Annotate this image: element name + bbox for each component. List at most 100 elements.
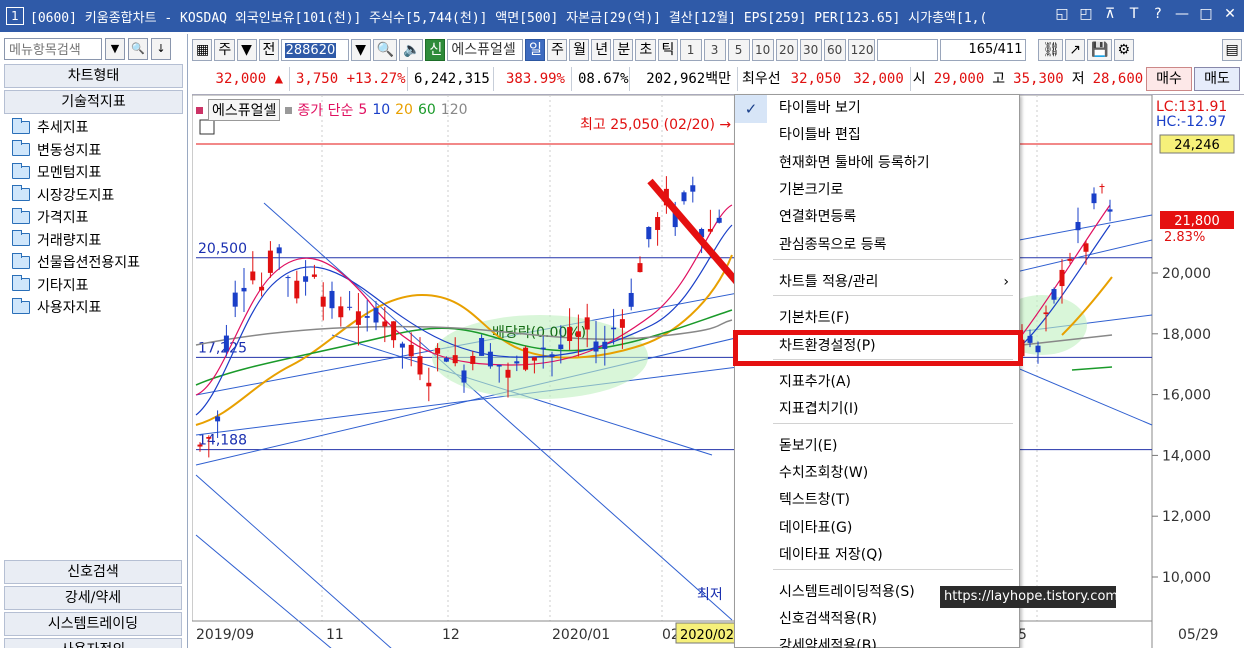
period-month[interactable]: 월 xyxy=(569,39,590,61)
tree-item[interactable]: 사용자지표 xyxy=(12,296,187,319)
tree-item[interactable]: 선물옵션전용지표 xyxy=(12,251,187,274)
tree-item[interactable]: 기타지표 xyxy=(12,274,187,297)
market-select[interactable]: 주 xyxy=(214,39,235,61)
period-day[interactable]: 일 xyxy=(524,39,546,61)
candle-body xyxy=(593,341,599,352)
menu-item-4[interactable]: 연결화면등록 xyxy=(735,204,1019,230)
dropdown-icon[interactable]: ▼ xyxy=(105,38,125,60)
sell-button[interactable]: 매도 xyxy=(1194,67,1240,91)
legend-stock-name[interactable]: 에스퓨얼셀 xyxy=(208,99,281,121)
help-icon[interactable]: ? xyxy=(1150,6,1166,22)
stock-name[interactable]: 에스퓨얼셀 xyxy=(447,39,523,61)
candle-body xyxy=(470,355,476,364)
menu-item-7[interactable]: 기본차트(F) xyxy=(735,305,1019,331)
candle-body xyxy=(250,271,256,281)
candle-body xyxy=(1099,186,1105,188)
chart-type-header[interactable]: 차트형태 xyxy=(4,64,183,88)
legend-ma-label[interactable]: 종가 단순 xyxy=(297,100,353,120)
chain-icon[interactable]: ⛓ xyxy=(1038,39,1064,61)
volume: 6,242,315 xyxy=(408,67,494,91)
menu-item-18[interactable]: 강세약세적용(B) xyxy=(735,633,1019,648)
menu-item-3[interactable]: 기본크기로 xyxy=(735,177,1019,203)
menu-item-2[interactable]: 현재화면 툴바에 등록하기 xyxy=(735,150,1019,176)
legend-ma-60[interactable]: 60 xyxy=(418,102,436,118)
chart-canvas[interactable]: 최고 25,050 (02/20) →20,50017,22514,188배당락… xyxy=(192,95,1244,648)
minimize-icon[interactable]: — xyxy=(1174,6,1190,22)
interval-10[interactable]: 10 xyxy=(751,39,774,61)
code-dropdown[interactable]: ▼ xyxy=(350,39,371,61)
tree-item[interactable]: 가격지표 xyxy=(12,206,187,229)
interval-3[interactable]: 3 xyxy=(703,39,726,61)
tree-item[interactable]: 추세지표 xyxy=(12,116,187,139)
pin-icon[interactable]: ⊼ xyxy=(1102,6,1118,22)
tree-item[interactable]: 변동성지표 xyxy=(12,139,187,162)
search-icon[interactable]: 🔍 xyxy=(128,38,148,60)
menu-item-15[interactable]: 데이타표 저장(Q) xyxy=(735,542,1019,568)
font-icon[interactable]: T xyxy=(1126,6,1142,22)
period-year[interactable]: 년 xyxy=(591,39,612,61)
candle-body xyxy=(215,416,221,422)
menu-item-10[interactable]: 지표겹치기(I) xyxy=(735,396,1019,422)
legend-ma-5[interactable]: 5 xyxy=(358,102,367,118)
price-chart[interactable]: 최고 25,050 (02/20) → 20,500 17,225 14,188 배당락… xyxy=(192,94,1244,648)
bar-count-input[interactable]: 165/411 xyxy=(939,39,1027,61)
menu-item-label: 관심종목으로 등록 xyxy=(779,237,887,253)
legend-ma-20[interactable]: 20 xyxy=(395,102,413,118)
credit-badge[interactable]: 신 xyxy=(425,39,446,61)
sound-icon[interactable]: 🔈 xyxy=(399,39,424,61)
period-week[interactable]: 주 xyxy=(547,39,568,61)
menu-search-input[interactable] xyxy=(4,38,102,60)
interval-120[interactable]: 120 xyxy=(847,39,876,61)
menu-item-label: 지표추가(A) xyxy=(779,374,852,390)
strength-weakness-button[interactable]: 강세/약세 xyxy=(4,586,182,610)
candle-body xyxy=(1035,345,1041,353)
menu-item-0[interactable]: ✓ 타이틀바 보기 xyxy=(735,95,1019,123)
save-icon[interactable]: 💾 xyxy=(1087,39,1112,61)
tree-item[interactable]: 거래량지표 xyxy=(12,229,187,252)
legend-swatch xyxy=(285,106,293,114)
interval-20[interactable]: 20 xyxy=(775,39,798,61)
menu-item-12[interactable]: 수치조회창(W) xyxy=(735,460,1019,486)
tree-item[interactable]: 시장강도지표 xyxy=(12,184,187,207)
legend-ma-10[interactable]: 10 xyxy=(372,102,390,118)
close-icon[interactable]: ✕ xyxy=(1222,6,1238,22)
system-trading-button[interactable]: 시스템트레이딩 xyxy=(4,612,182,636)
ma60-line xyxy=(1071,366,1113,371)
candle-body xyxy=(267,250,273,273)
chart-icon[interactable]: ▦ xyxy=(192,39,213,61)
prev-button[interactable]: 전 xyxy=(258,39,279,61)
trend-icon[interactable]: ↗ xyxy=(1065,39,1086,61)
menu-item-9[interactable]: 지표추가(A) xyxy=(735,369,1019,395)
gear-icon[interactable]: ⚙ xyxy=(1113,39,1134,61)
menu-item-5[interactable]: 관심종목으로 등록 xyxy=(735,232,1019,258)
period-minute[interactable]: 분 xyxy=(613,39,634,61)
menu-item-13[interactable]: 텍스트창(T) xyxy=(735,487,1019,513)
market-dropdown[interactable]: ▼ xyxy=(236,39,257,61)
menu-item-11[interactable]: 돋보기(E) xyxy=(735,433,1019,459)
custom-interval-input[interactable] xyxy=(877,39,938,61)
interval-5[interactable]: 5 xyxy=(727,39,750,61)
calendar-icon[interactable]: ▤ xyxy=(1221,39,1242,61)
menu-item-14[interactable]: 데이타표(G) xyxy=(735,515,1019,541)
interval-1[interactable]: 1 xyxy=(679,39,702,61)
copy-icon[interactable]: ◰ xyxy=(1078,6,1094,22)
legend-ma-120[interactable]: 120 xyxy=(441,102,468,118)
period-second[interactable]: 초 xyxy=(635,39,656,61)
search-icon[interactable]: 🔍 xyxy=(372,39,398,61)
stock-code-input[interactable]: 288620 xyxy=(280,39,349,61)
link-icon[interactable]: ◱ xyxy=(1054,6,1070,22)
signal-search-button[interactable]: 신호검색 xyxy=(4,560,182,584)
technical-indicator-header[interactable]: 기술적지표 xyxy=(4,90,183,114)
candle-body xyxy=(382,321,388,327)
user-defined-button[interactable]: 사용자정의 xyxy=(4,638,182,648)
buy-button[interactable]: 매수 xyxy=(1146,67,1192,91)
interval-30[interactable]: 30 xyxy=(799,39,822,61)
maximize-icon[interactable]: □ xyxy=(1198,6,1214,22)
menu-item-6[interactable]: 차트틀 적용/관리 › xyxy=(735,269,1019,295)
menu-item-1[interactable]: 타이틀바 편집 xyxy=(735,122,1019,148)
interval-60[interactable]: 60 xyxy=(823,39,846,61)
period-tick[interactable]: 틱 xyxy=(657,39,678,61)
menu-item-17[interactable]: 신호검색적용(R) xyxy=(735,606,1019,632)
down-arrow-icon[interactable]: ↓ xyxy=(151,38,171,60)
tree-item[interactable]: 모멘텀지표 xyxy=(12,161,187,184)
